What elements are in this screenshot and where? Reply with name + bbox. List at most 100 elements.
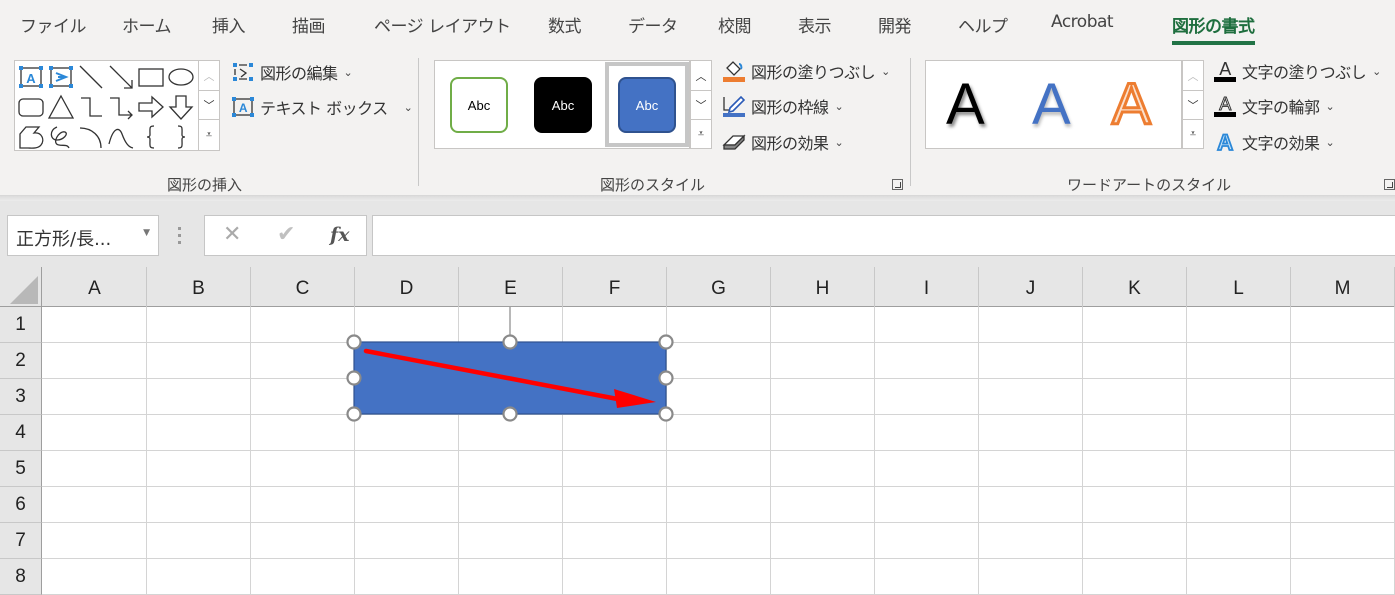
shape-style-blue[interactable]: Abc (618, 77, 676, 133)
insert-shapes-group-label: 図形の挿入 (167, 176, 243, 194)
styles-scroll-up-button[interactable]: ︿ (690, 60, 712, 91)
tab-data[interactable]: データ (628, 12, 678, 37)
text-fill-button[interactable]: A 文字の塗りつぶし ⌄ (1212, 58, 1381, 84)
arc-icon (79, 127, 102, 149)
column-header-A[interactable]: A (43, 267, 147, 307)
tab-view[interactable]: 表示 (798, 12, 832, 37)
wordart-style-orange-outline[interactable]: A (1111, 71, 1153, 138)
tab-draw[interactable]: 描画 (292, 12, 326, 37)
styles-more-button[interactable]: ⩡ (690, 119, 712, 149)
row-header-2[interactable]: 2 (0, 343, 42, 379)
shape-style-white-green[interactable]: Abc (450, 77, 508, 133)
shape-elbow-arrow-connector[interactable] (106, 92, 136, 122)
column-header-D[interactable]: D (355, 267, 459, 307)
shape-fill-button[interactable]: 図形の塗りつぶし ⌄ (721, 58, 890, 84)
column-header-L[interactable]: L (1187, 267, 1291, 307)
shape-left-brace[interactable] (136, 122, 166, 152)
shape-style-black[interactable]: Abc (534, 77, 592, 133)
shape-right-brace[interactable] (166, 122, 196, 152)
wordart-style-black[interactable]: A (946, 73, 985, 137)
dropdown-arrow-icon[interactable]: ▼ (143, 228, 150, 238)
edit-shape-button[interactable]: 図形の編集 ⌄ (230, 59, 353, 85)
row-header-6[interactable]: 6 (0, 487, 42, 523)
drag-handle-icon[interactable] (178, 226, 182, 246)
shape-scribble[interactable] (46, 122, 76, 152)
enter-icon[interactable]: ✔ (277, 222, 295, 247)
shape-line-arrow[interactable] (106, 62, 136, 92)
column-header-I[interactable]: I (875, 267, 979, 307)
shape-vertical-text-box[interactable] (46, 62, 76, 92)
row-header-7[interactable]: 7 (0, 523, 42, 559)
shape-styles-gallery: Abc Abc Abc (434, 60, 690, 149)
row-header-5[interactable]: 5 (0, 451, 42, 487)
wordart-more-button[interactable]: ⩡ (1182, 119, 1204, 149)
column-header-B[interactable]: B (147, 267, 251, 307)
shape-elbow-connector[interactable] (76, 92, 106, 122)
gallery-more-button[interactable]: ⩡ (198, 119, 220, 151)
tab-developer[interactable]: 開発 (878, 12, 912, 37)
resize-handle-bottom-right[interactable] (658, 406, 674, 422)
gallery-scroll-down-button[interactable]: ﹀ (198, 90, 220, 120)
cancel-icon[interactable]: ✕ (223, 222, 241, 247)
wordart-scroll-down-button[interactable]: ﹀ (1182, 90, 1204, 120)
formula-input[interactable] (372, 215, 1395, 256)
column-header-H[interactable]: H (771, 267, 875, 307)
tab-review[interactable]: 校閲 (718, 12, 752, 37)
resize-handle-middle-left[interactable] (346, 370, 362, 386)
resize-handle-middle-right[interactable] (658, 370, 674, 386)
select-all-button[interactable] (0, 267, 42, 307)
shape-styles-dialog-launcher[interactable] (892, 179, 903, 190)
shape-effects-button[interactable]: 図形の効果 ⌄ (721, 129, 844, 155)
resize-handle-bottom-center[interactable] (502, 406, 518, 422)
shape-triangle[interactable] (46, 92, 76, 122)
shape-oval[interactable] (166, 62, 196, 92)
column-header-F[interactable]: F (563, 267, 667, 307)
column-header-M[interactable]: M (1291, 267, 1395, 307)
wordart-scroll-up-button[interactable]: ︿ (1182, 60, 1204, 91)
shape-arc[interactable] (76, 122, 106, 152)
column-header-G[interactable]: G (667, 267, 771, 307)
shape-curve[interactable] (106, 122, 136, 152)
wordart-gallery: A A A (925, 60, 1182, 149)
text-box-button[interactable]: A テキスト ボックス ⌄ (230, 94, 413, 120)
tab-page-layout[interactable]: ページ レイアウト (374, 12, 511, 37)
shape-right-arrow[interactable] (136, 92, 166, 122)
insert-function-icon[interactable]: fx (330, 224, 350, 246)
shape-rectangle[interactable] (136, 62, 166, 92)
styles-scroll-down-button[interactable]: ﹀ (690, 90, 712, 120)
wordart-styles-dialog-launcher[interactable] (1384, 179, 1395, 190)
row-header-3[interactable]: 3 (0, 379, 42, 415)
shape-line[interactable] (76, 62, 106, 92)
tab-acrobat[interactable]: Acrobat (1051, 12, 1114, 32)
column-header-J[interactable]: J (979, 267, 1083, 307)
column-header-C[interactable]: C (251, 267, 355, 307)
line-icon (79, 65, 103, 89)
column-header-E[interactable]: E (459, 267, 563, 307)
tab-home[interactable]: ホーム (122, 12, 172, 37)
gallery-scroll-up-button[interactable]: ︿ (198, 60, 220, 91)
tab-insert[interactable]: 挿入 (212, 12, 246, 37)
tab-file[interactable]: ファイル (20, 12, 87, 37)
name-box[interactable]: 正方形/長... ▼ (7, 215, 159, 256)
tab-shape-format[interactable]: 図形の書式 (1172, 12, 1255, 45)
tab-formulas[interactable]: 数式 (548, 12, 582, 37)
row-header-1[interactable]: 1 (0, 307, 42, 343)
resize-handle-top-right[interactable] (658, 334, 674, 350)
text-outline-button[interactable]: A 文字の輪郭 ⌄ (1212, 93, 1335, 119)
row-header-4[interactable]: 4 (0, 415, 42, 451)
shape-outline-button[interactable]: 図形の枠線 ⌄ (721, 93, 844, 119)
text-box-label: テキスト ボックス (260, 99, 388, 118)
wordart-style-blue[interactable]: A (1032, 73, 1071, 137)
resize-handle-bottom-left[interactable] (346, 406, 362, 422)
shape-text-box[interactable]: A (16, 62, 46, 92)
text-outline-label: 文字の輪郭 (1242, 98, 1320, 117)
row-header-8[interactable]: 8 (0, 559, 42, 595)
column-header-K[interactable]: K (1083, 267, 1187, 307)
tab-help[interactable]: ヘルプ (958, 12, 1008, 37)
resize-handle-top-left[interactable] (346, 334, 362, 350)
shape-rounded-rectangle[interactable] (16, 92, 46, 122)
shape-freeform[interactable] (16, 122, 46, 152)
resize-handle-top-center[interactable] (502, 334, 518, 350)
text-effects-button[interactable]: A 文字の効果 ⌄ (1212, 129, 1334, 155)
shape-down-arrow[interactable] (166, 92, 196, 122)
